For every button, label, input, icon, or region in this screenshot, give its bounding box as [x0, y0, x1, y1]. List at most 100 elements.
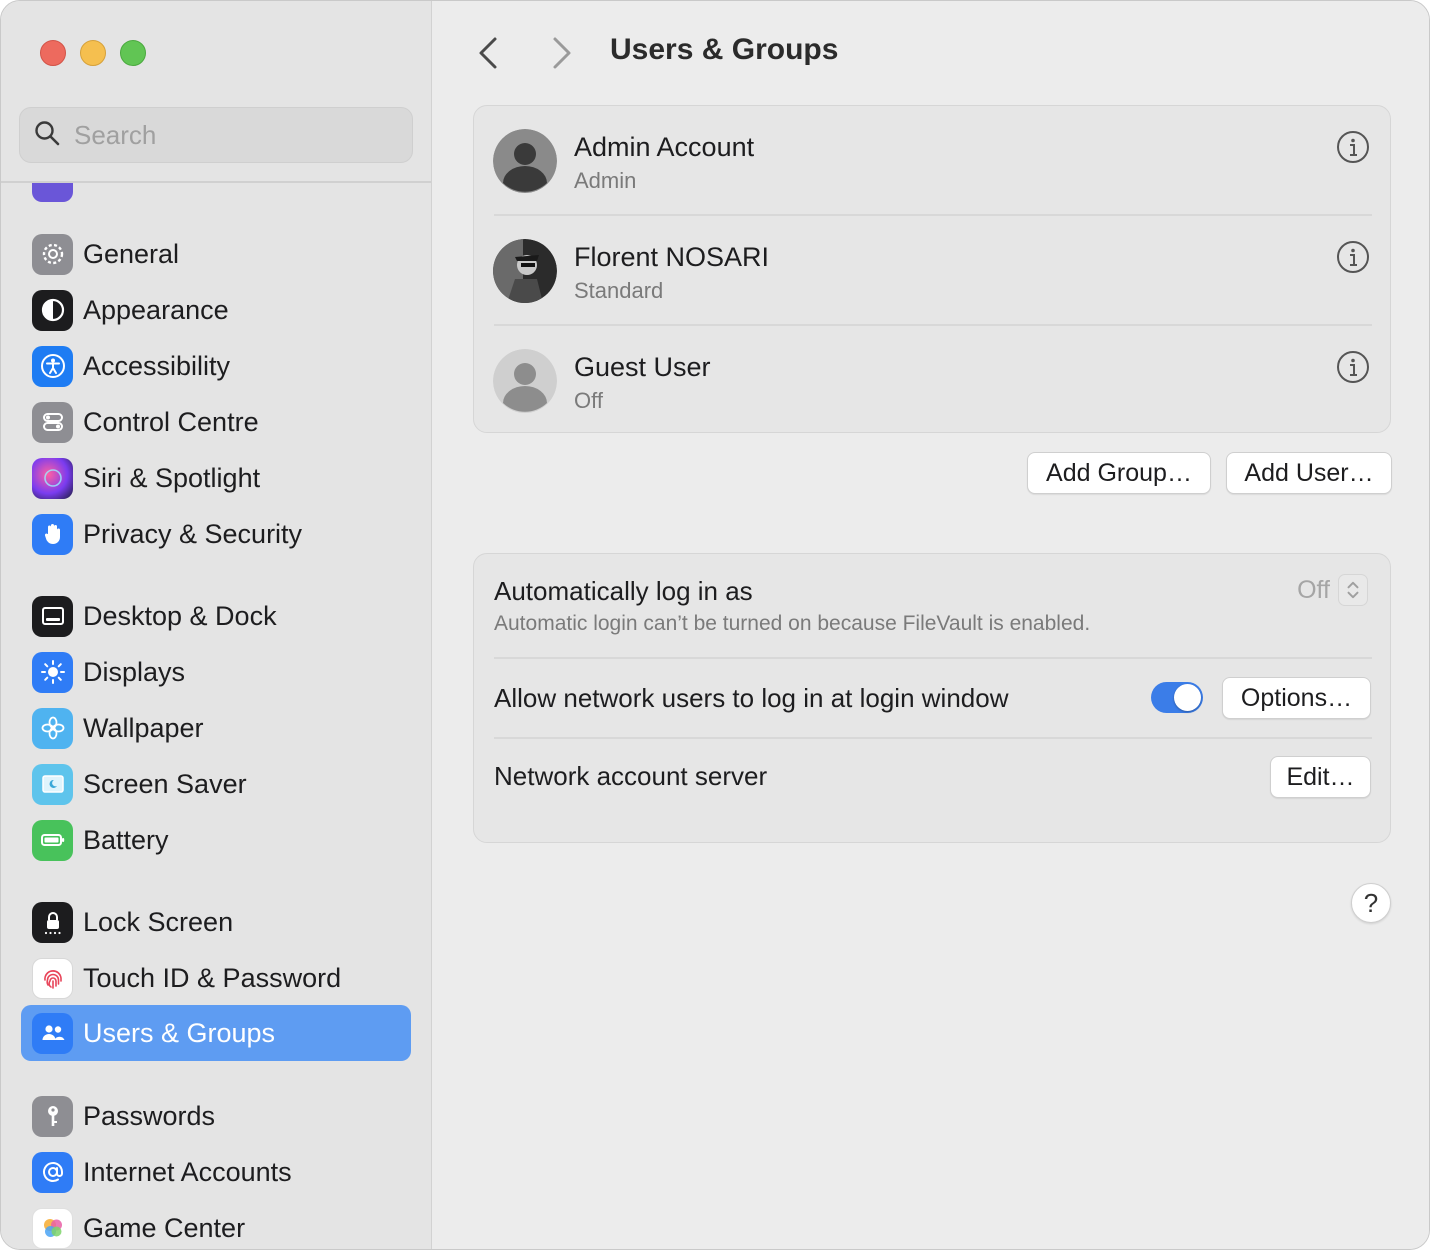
sidebar-item-wallpaper[interactable]: Wallpaper	[21, 700, 411, 756]
help-button[interactable]: ?	[1351, 883, 1391, 923]
sidebar-item-label: Game Center	[83, 1212, 246, 1243]
siri-icon	[32, 457, 73, 499]
sidebar-item-label: Accessibility	[83, 350, 231, 381]
network-server-label: Network account server	[494, 761, 768, 791]
sidebar-item-lock-screen[interactable]: Lock Screen	[21, 894, 411, 950]
sidebar-item-battery[interactable]: Battery	[21, 812, 411, 868]
info-icon[interactable]	[1336, 350, 1370, 384]
sidebar-item-general[interactable]: General	[21, 226, 411, 282]
user-role: Standard	[574, 278, 664, 303]
info-icon[interactable]	[1336, 240, 1370, 274]
accessibility-icon	[32, 345, 73, 387]
game-center-icon	[32, 1207, 73, 1249]
search-input[interactable]	[74, 119, 374, 151]
sidebar-item-users-groups[interactable]: Users & Groups	[21, 1005, 411, 1061]
lock-icon	[32, 901, 73, 943]
updown-chevron-icon	[1338, 574, 1368, 606]
sidebar-item-label: Control Centre	[83, 406, 259, 437]
battery-icon	[32, 819, 73, 861]
back-chevron-icon[interactable]	[473, 35, 505, 71]
key-icon	[32, 1095, 73, 1137]
main-pane: Users & Groups Admin Account Admin Flore…	[433, 1, 1429, 1249]
sidebar: General Appearance Accessibility Control…	[1, 1, 432, 1249]
photo-avatar	[493, 239, 557, 303]
sidebar-item-privacy-security[interactable]: Privacy & Security	[21, 506, 411, 562]
flower-icon	[32, 707, 73, 749]
close-window-button[interactable]	[40, 40, 66, 66]
auto-login-value: Off	[1297, 575, 1330, 604]
default-avatar-icon	[493, 129, 557, 193]
sidebar-item-label: Screen Saver	[83, 768, 247, 799]
user-row-admin[interactable]: Admin Account Admin	[474, 106, 1392, 216]
sidebar-list: General Appearance Accessibility Control…	[21, 183, 411, 1249]
sidebar-item-label: Internet Accounts	[83, 1156, 292, 1187]
sidebar-item-control-centre[interactable]: Control Centre	[21, 394, 411, 450]
zoom-window-button[interactable]	[120, 40, 146, 66]
sidebar-item-label: Appearance	[83, 294, 229, 325]
add-group-button[interactable]: Add Group…	[1027, 452, 1211, 494]
dock-icon	[32, 595, 73, 637]
search-icon	[34, 120, 60, 151]
options-button[interactable]: Options…	[1222, 677, 1371, 719]
user-role: Admin	[574, 168, 637, 193]
network-login-toggle[interactable]	[1151, 682, 1203, 713]
toggle-knob	[1174, 684, 1201, 711]
screen-saver-icon	[32, 763, 73, 805]
network-server-row: Network account server Edit…	[474, 739, 1392, 819]
users-list: Admin Account Admin Florent NOSARI Stand…	[473, 105, 1391, 433]
gear-icon	[32, 233, 73, 275]
auto-login-label: Automatically log in as	[494, 576, 753, 606]
sidebar-item-label: Desktop & Dock	[83, 600, 277, 631]
login-settings: Automatically log in as Automatic login …	[473, 553, 1391, 843]
user-role: Off	[574, 388, 603, 413]
search-field[interactable]	[19, 107, 413, 163]
sidebar-item-label: Users & Groups	[83, 1017, 276, 1048]
edit-button[interactable]: Edit…	[1270, 756, 1371, 798]
sidebar-item-label: Touch ID & Password	[83, 962, 342, 993]
network-login-row: Allow network users to log in at login w…	[474, 659, 1392, 739]
sun-icon	[32, 651, 73, 693]
at-icon	[32, 1151, 73, 1193]
sidebar-item-label: General	[83, 238, 180, 269]
sidebar-item-label: Passwords	[83, 1100, 216, 1131]
sidebar-item-game-center[interactable]: Game Center	[21, 1200, 411, 1249]
hand-icon	[32, 513, 73, 555]
sidebar-item-label: Battery	[83, 824, 169, 855]
sidebar-item-appearance[interactable]: Appearance	[21, 282, 411, 338]
auto-login-note: Automatic login can’t be turned on becau…	[494, 612, 1091, 635]
minimize-window-button[interactable]	[80, 40, 106, 66]
auto-login-row: Automatically log in as Automatic login …	[474, 554, 1392, 659]
auto-login-popup[interactable]: Off	[1297, 574, 1368, 606]
sidebar-item-desktop-dock[interactable]: Desktop & Dock	[21, 588, 411, 644]
sidebar-item-screen-saver[interactable]: Screen Saver	[21, 756, 411, 812]
forward-chevron-icon[interactable]	[545, 35, 577, 71]
control-centre-icon	[32, 401, 73, 443]
sidebar-item-label: Privacy & Security	[83, 518, 303, 549]
sidebar-item-label: Wallpaper	[83, 712, 204, 743]
appearance-icon	[32, 289, 73, 331]
fingerprint-icon	[32, 957, 73, 999]
partial-item-icon	[32, 183, 73, 202]
users-icon	[32, 1012, 73, 1054]
sidebar-item-passwords[interactable]: Passwords	[21, 1088, 411, 1144]
sidebar-item-label: Siri & Spotlight	[83, 462, 261, 493]
sidebar-item-touch-id-password[interactable]: Touch ID & Password	[21, 950, 411, 1006]
user-name: Admin Account	[574, 132, 755, 162]
info-icon[interactable]	[1336, 130, 1370, 164]
sidebar-item-internet-accounts[interactable]: Internet Accounts	[21, 1144, 411, 1200]
sidebar-item-label: Lock Screen	[83, 906, 234, 937]
sidebar-item-siri-spotlight[interactable]: Siri & Spotlight	[21, 450, 411, 506]
user-name: Guest User	[574, 352, 711, 382]
sidebar-item-partial[interactable]	[21, 183, 411, 209]
page-title: Users & Groups	[610, 33, 839, 66]
add-user-button[interactable]: Add User…	[1226, 452, 1392, 494]
sidebar-item-displays[interactable]: Displays	[21, 644, 411, 700]
network-login-label: Allow network users to log in at login w…	[494, 683, 1009, 713]
window-controls	[40, 40, 146, 66]
user-row-guest[interactable]: Guest User Off	[474, 326, 1392, 434]
settings-window: General Appearance Accessibility Control…	[0, 0, 1430, 1250]
user-name: Florent NOSARI	[574, 242, 770, 272]
user-row-florent[interactable]: Florent NOSARI Standard	[474, 216, 1392, 326]
sidebar-item-accessibility[interactable]: Accessibility	[21, 338, 411, 394]
sidebar-item-label: Displays	[83, 656, 186, 687]
